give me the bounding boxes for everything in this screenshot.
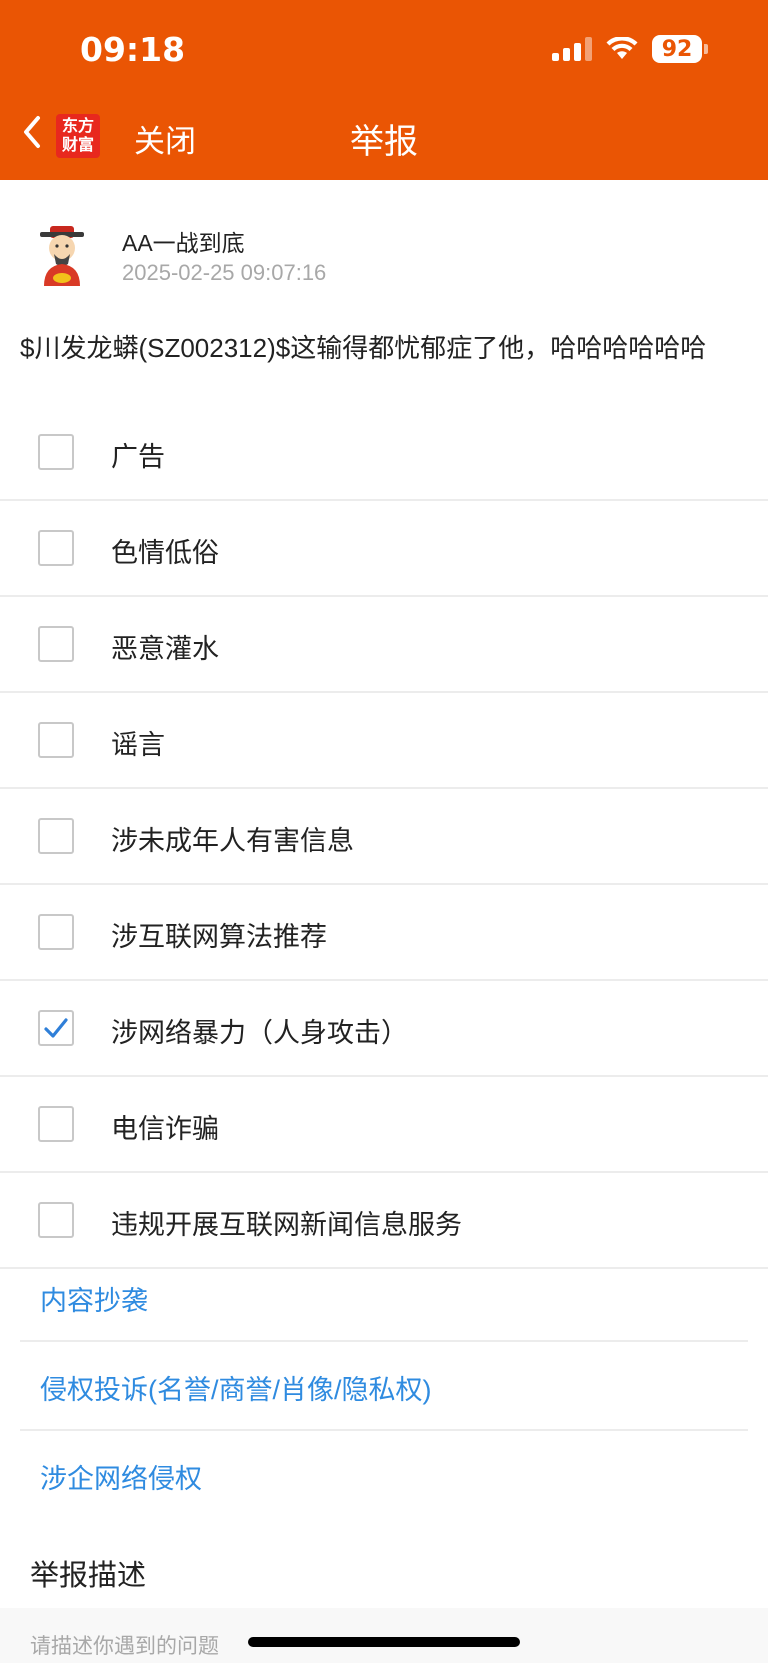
checkbox[interactable] [38, 1202, 74, 1238]
option-label: 违规开展互联网新闻信息服务 [111, 1210, 462, 1240]
link-item[interactable]: 侵权投诉(名誉/商誉/肖像/隐私权) [20, 1342, 748, 1431]
report-option[interactable]: 广告 [0, 405, 768, 501]
battery-level: 92 [652, 35, 702, 63]
wifi-icon [606, 37, 638, 59]
username[interactable]: AA一战到底 [122, 224, 245, 258]
avatar[interactable] [30, 224, 94, 288]
option-label: 广告 [111, 442, 165, 472]
link-label[interactable]: 侵权投诉(名誉/商誉/肖像/隐私权) [40, 1368, 432, 1407]
link-item[interactable]: 涉企网络侵权 [20, 1431, 748, 1518]
report-link-list: 内容抄袭 侵权投诉(名誉/商誉/肖像/隐私权) 涉企网络侵权 [20, 1253, 748, 1518]
status-time: 09:18 [80, 30, 186, 69]
report-option[interactable]: 涉网络暴力（人身攻击） [0, 981, 768, 1077]
checkbox[interactable] [38, 626, 74, 662]
post-timestamp: 2025-02-25 09:07:16 [122, 260, 327, 285]
post-content: $川发龙蟒(SZ002312)$这输得都忧郁症了他，哈哈哈哈哈哈 [20, 333, 707, 363]
link-label[interactable]: 内容抄袭 [40, 1279, 148, 1318]
option-label: 恶意灌水 [111, 634, 219, 664]
option-label: 电信诈骗 [111, 1114, 219, 1144]
option-label: 涉网络暴力（人身攻击） [111, 1018, 408, 1048]
checkmark-icon [44, 1018, 68, 1038]
status-icons: 92 [552, 35, 708, 63]
report-option[interactable]: 涉未成年人有害信息 [0, 789, 768, 885]
battery-icon: 92 [652, 35, 708, 63]
cellular-signal-icon [552, 37, 592, 61]
description-placeholder[interactable]: 请描述你遇到的问题 [30, 1630, 219, 1660]
checkbox[interactable] [38, 434, 74, 470]
link-label[interactable]: 涉企网络侵权 [40, 1457, 202, 1496]
home-indicator[interactable] [248, 1637, 520, 1647]
link-item[interactable]: 内容抄袭 [20, 1253, 748, 1342]
page-title: 举报 [350, 123, 418, 161]
checkbox[interactable] [38, 722, 74, 758]
checkbox[interactable] [38, 818, 74, 854]
report-option[interactable]: 涉互联网算法推荐 [0, 885, 768, 981]
option-label: 涉未成年人有害信息 [111, 826, 354, 856]
checkbox[interactable] [38, 914, 74, 950]
checkbox[interactable] [38, 530, 74, 566]
report-option[interactable]: 谣言 [0, 693, 768, 789]
report-option-list: 广告 色情低俗 恶意灌水 谣言 涉未成年人有害信息 涉互联网算法推荐 涉网络暴力… [0, 405, 768, 1269]
option-label: 色情低俗 [111, 538, 219, 568]
report-option[interactable]: 电信诈骗 [0, 1077, 768, 1173]
description-title: 举报描述 [30, 1560, 147, 1592]
report-option[interactable]: 色情低俗 [0, 501, 768, 597]
option-label: 涉互联网算法推荐 [111, 922, 327, 952]
checkbox[interactable] [38, 1106, 74, 1142]
option-label: 谣言 [111, 730, 165, 760]
post-header: AA一战到底 2025-02-25 09:07:16 [0, 210, 768, 310]
top-bar: 09:18 92 东方 财富 关闭 举报 [0, 0, 768, 180]
checkbox-checked[interactable] [38, 1010, 74, 1046]
report-option[interactable]: 恶意灌水 [0, 597, 768, 693]
